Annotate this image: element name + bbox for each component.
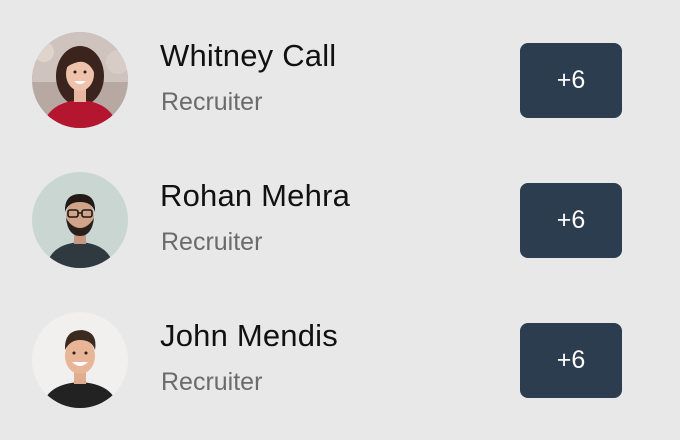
person-name: Rohan Mehra — [160, 178, 351, 213]
list-item: Whitney Call Recruiter +6 — [0, 10, 680, 150]
avatar — [32, 32, 128, 128]
person-role: Recruiter — [161, 228, 263, 256]
count-button[interactable]: +6 — [520, 43, 622, 118]
list-item: John Mendis Recruiter +6 — [0, 290, 680, 430]
person-name: John Mendis — [160, 318, 338, 353]
person-role: Recruiter — [161, 368, 263, 396]
count-button[interactable]: +6 — [520, 323, 622, 398]
count-button[interactable]: +6 — [520, 183, 622, 258]
person-role: Recruiter — [161, 88, 263, 116]
person-name: Whitney Call — [160, 38, 337, 73]
people-list: Whitney Call Recruiter +6 Rohan Mehra Re… — [0, 0, 680, 440]
list-item: Rohan Mehra Recruiter +6 — [0, 150, 680, 290]
avatar — [32, 172, 128, 268]
avatar — [32, 312, 128, 408]
